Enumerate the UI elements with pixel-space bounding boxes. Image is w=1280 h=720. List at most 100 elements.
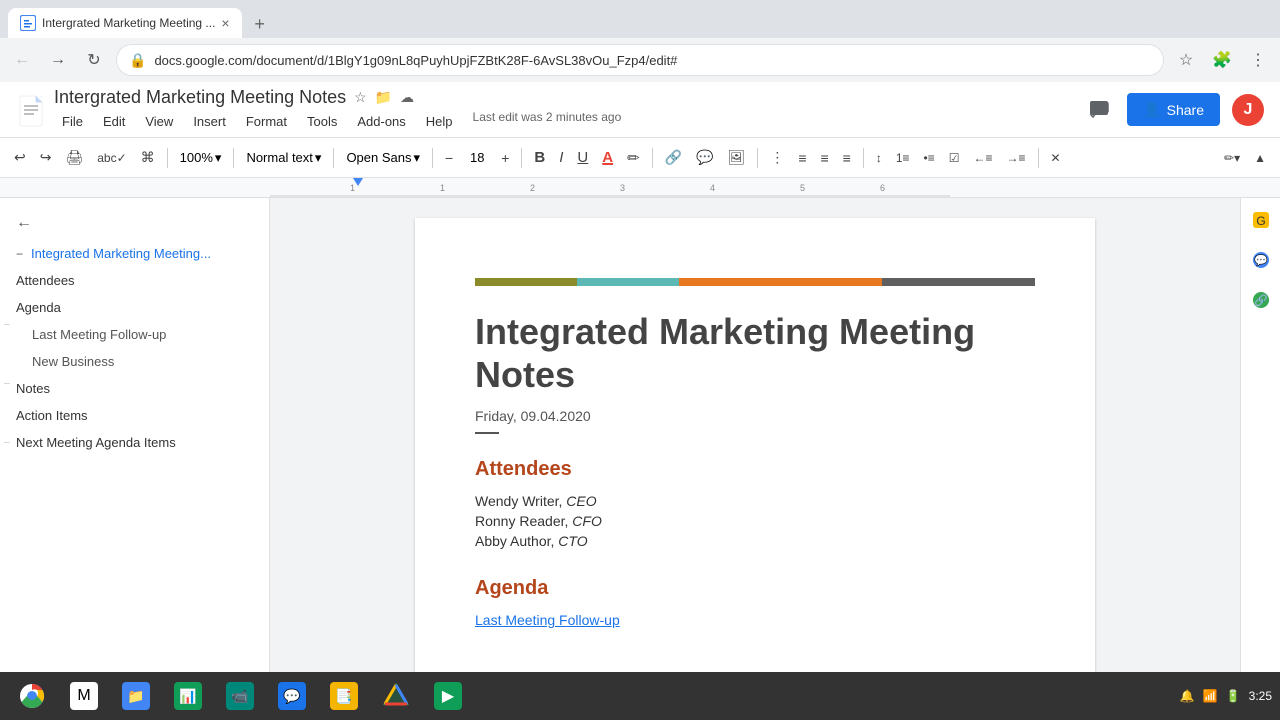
image-button[interactable]: 🖼 <box>722 144 752 172</box>
folder-icon[interactable]: 📁 <box>375 89 392 106</box>
time-display: 3:25 <box>1249 689 1272 703</box>
browser-menu-button[interactable]: ⋮ <box>1244 46 1272 74</box>
font-size-increase-button[interactable]: + <box>495 144 515 172</box>
taskbar-sheets-icon[interactable]: 📊 <box>164 672 212 720</box>
font-size-decrease-button[interactable]: − <box>439 144 459 172</box>
justify-button[interactable]: ≡ <box>837 144 857 172</box>
menu-file[interactable]: File <box>54 110 91 133</box>
text-color-button[interactable]: A <box>596 144 619 172</box>
notification-icon: 🔔 <box>1180 689 1195 703</box>
docs-title-area: Intergrated Marketing Meeting Notes ☆ 📁 … <box>54 87 1075 133</box>
extension-button[interactable]: 🧩 <box>1208 46 1236 74</box>
tab-close-button[interactable]: × <box>221 15 229 31</box>
taskbar-slides-icon[interactable]: 📑 <box>320 672 368 720</box>
bookmark-button[interactable]: ☆ <box>1172 46 1200 74</box>
sidebar-item-new-business[interactable]: New Business <box>0 348 269 375</box>
menu-insert[interactable]: Insert <box>185 110 234 133</box>
italic-button[interactable]: I <box>553 144 569 172</box>
spellcheck-button[interactable]: abc✓ <box>91 144 132 172</box>
menu-help[interactable]: Help <box>418 110 461 133</box>
taskbar-files-icon[interactable]: 📁 <box>112 672 160 720</box>
font-dropdown[interactable]: Open Sans ▾ <box>340 144 426 172</box>
menu-format[interactable]: Format <box>238 110 295 133</box>
menu-view[interactable]: View <box>137 110 181 133</box>
font-size-input[interactable]: 18 <box>461 144 493 172</box>
lock-icon: 🔒 <box>129 52 146 69</box>
format-paint-button[interactable]: ⌘ <box>135 144 161 172</box>
browser-controls: ← → ↻ 🔒 docs.google.com/document/d/1BlgY… <box>0 38 1280 82</box>
back-button[interactable]: ← <box>8 46 36 74</box>
taskbar-drive-icon[interactable] <box>372 672 420 720</box>
undo-button[interactable]: ↩ <box>8 144 32 172</box>
align-right-button[interactable]: ≡ <box>815 144 835 172</box>
taskbar: M 📁 📊 📹 💬 📑 ▶ 🔔 📶 🔋 3:25 <box>0 672 1280 720</box>
menu-edit[interactable]: Edit <box>95 110 133 133</box>
svg-text:2: 2 <box>530 183 535 193</box>
sidebar-item-action-items[interactable]: Action Items <box>0 402 269 429</box>
chat-right-icon[interactable]: 💬 <box>1247 246 1275 274</box>
taskbar-chat-icon[interactable]: 💬 <box>268 672 316 720</box>
indent-less-button[interactable]: ←≡ <box>968 144 999 172</box>
share-button[interactable]: 👤 Share <box>1127 93 1220 126</box>
last-edit-text: Last edit was 2 minutes ago <box>473 110 622 133</box>
underline-button[interactable]: U <box>571 144 594 172</box>
align-left-button[interactable]: ⋮ <box>764 144 790 172</box>
bullet-list-button[interactable]: •≡ <box>918 144 941 172</box>
battery-icon: 🔋 <box>1226 689 1241 703</box>
reload-button[interactable]: ↻ <box>80 46 108 74</box>
user-avatar[interactable]: J <box>1232 94 1264 126</box>
agenda-sub-item[interactable]: Last Meeting Follow-up <box>475 612 1035 628</box>
sidebar-item-next-meeting-agenda[interactable]: Next Meeting Agenda Items <box>0 429 269 456</box>
star-icon[interactable]: ☆ <box>354 89 367 106</box>
menu-tools[interactable]: Tools <box>299 110 345 133</box>
sidebar-item-last-meeting-followup[interactable]: Last Meeting Follow-up <box>0 321 269 348</box>
line-spacing-button[interactable]: ↕ <box>870 144 888 172</box>
separator-9 <box>1038 148 1039 168</box>
address-bar[interactable]: 🔒 docs.google.com/document/d/1BlgY1g09nL… <box>116 44 1164 76</box>
indent-more-button[interactable]: →≡ <box>1001 144 1032 172</box>
svg-text:6: 6 <box>880 183 885 193</box>
cloud-icon[interactable]: ☁ <box>400 89 414 106</box>
sidebar-item-notes[interactable]: Notes <box>0 375 269 402</box>
print-button[interactable]: 🖨 <box>59 144 89 172</box>
document-title[interactable]: Intergrated Marketing Meeting Notes <box>54 87 346 108</box>
numbered-list-button[interactable]: 1≡ <box>890 144 916 172</box>
forward-button[interactable]: → <box>44 46 72 74</box>
document-area[interactable]: Integrated Marketing Meeting Notes Frida… <box>270 198 1240 720</box>
links-icon[interactable]: 🔗 <box>1247 286 1275 314</box>
separator-7 <box>757 148 758 168</box>
tab-favicon <box>20 15 36 31</box>
active-tab[interactable]: Intergrated Marketing Meeting ... × <box>8 8 242 38</box>
sidebar-item-agenda[interactable]: Agenda <box>0 294 269 321</box>
bold-button[interactable]: B <box>528 144 551 172</box>
taskbar-chrome-icon[interactable] <box>8 672 56 720</box>
editing-dropdown[interactable]: ✏▾ <box>1218 144 1246 172</box>
taskbar-gmail-icon[interactable]: M <box>60 672 108 720</box>
comments-button[interactable] <box>1083 94 1115 126</box>
comment-insert-button[interactable]: 💬 <box>690 144 719 172</box>
align-center-button[interactable]: ≡ <box>792 144 812 172</box>
separator-2 <box>233 148 234 168</box>
highlight-button[interactable]: ✏ <box>621 144 646 172</box>
taskbar-meet-icon[interactable]: 📹 <box>216 672 264 720</box>
zoom-dropdown[interactable]: 100% ▾ <box>174 144 228 172</box>
checklist-button[interactable]: ☑ <box>943 144 966 172</box>
sidebar-item-attendees[interactable]: Attendees <box>0 267 269 294</box>
menu-addons[interactable]: Add-ons <box>349 110 413 133</box>
sidebar-item-integrated-meeting[interactable]: − Integrated Marketing Meeting... <box>0 240 269 267</box>
link-button[interactable]: 🔗 <box>659 144 688 172</box>
expand-button[interactable]: ▲ <box>1248 144 1272 172</box>
redo-button[interactable]: ↪ <box>34 144 58 172</box>
assistant-icon[interactable]: G <box>1247 206 1275 234</box>
svg-text:5: 5 <box>800 183 805 193</box>
new-tab-button[interactable]: + <box>246 10 274 38</box>
taskbar-playstore-icon[interactable]: ▶ <box>424 672 472 720</box>
color-segment-4 <box>882 278 1035 286</box>
style-dropdown[interactable]: Normal text ▾ <box>240 144 327 172</box>
tab-bar: Intergrated Marketing Meeting ... × + <box>0 0 1280 38</box>
ruler: 1 1 2 3 4 5 6 <box>0 178 1280 198</box>
wifi-icon: 📶 <box>1203 689 1218 703</box>
collapse-icon: − <box>16 247 23 261</box>
sidebar-back-button[interactable]: ← <box>0 206 269 240</box>
clear-formatting-button[interactable]: ✕ <box>1045 144 1067 172</box>
